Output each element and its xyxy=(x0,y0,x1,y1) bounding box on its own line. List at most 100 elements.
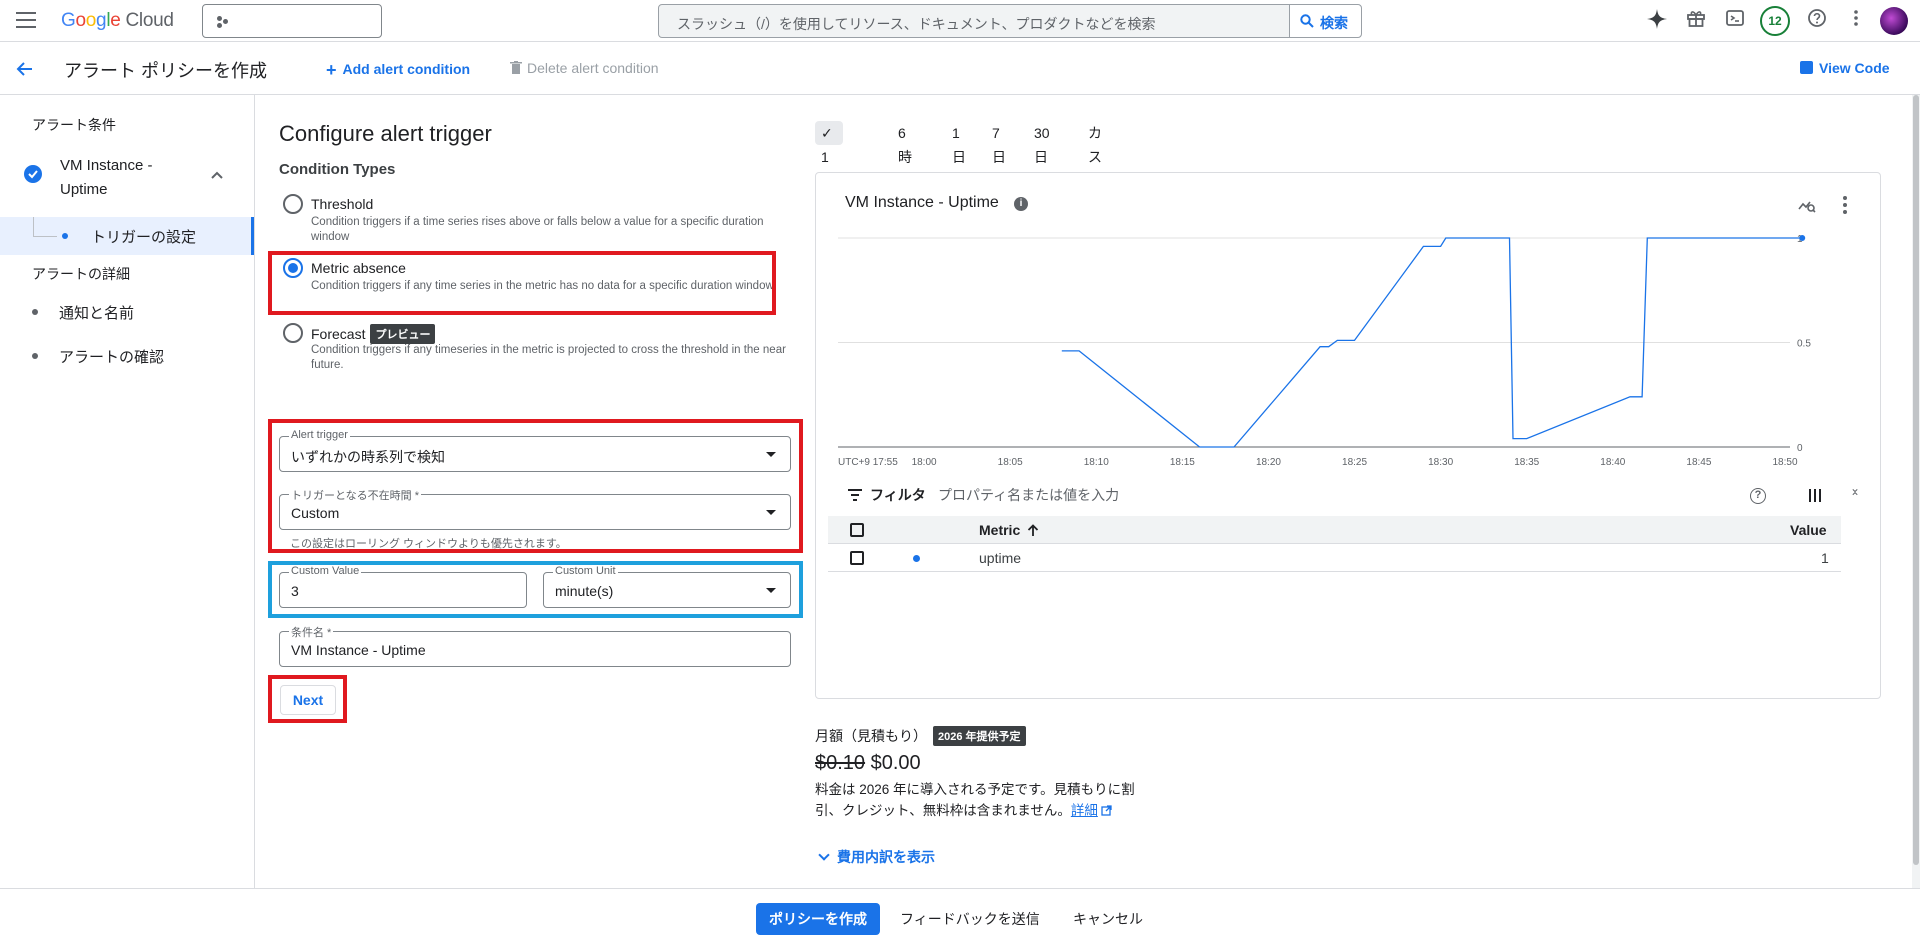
view-code-button[interactable]: View Code xyxy=(1800,60,1890,76)
x-tick-label: 18:05 xyxy=(998,457,1023,468)
radio-forecast[interactable] xyxy=(283,323,303,343)
chevron-down-icon xyxy=(818,849,830,861)
plus-icon: + xyxy=(326,60,337,80)
filter-icon xyxy=(848,489,862,501)
x-tick-label: 18:40 xyxy=(1600,457,1625,468)
condition-name-value: VM Instance - Uptime xyxy=(291,642,426,658)
y-tick-label: 0 xyxy=(1797,443,1803,454)
x-tick-label: 18:30 xyxy=(1428,457,1453,468)
condition-types-heading: Condition Types xyxy=(279,161,396,178)
add-alert-condition-button[interactable]: + Add alert condition xyxy=(326,60,470,81)
uptime-line-chart: 00.51UTC+9 17:5518:0018:0518:1018:1518:2… xyxy=(838,234,1811,468)
back-arrow-icon[interactable] xyxy=(16,60,34,84)
search-icon xyxy=(1300,14,1314,28)
highlight-alert-trigger xyxy=(268,419,803,553)
x-tick-label: 18:35 xyxy=(1514,457,1539,468)
top-bar: Google Cloud スラッシュ（/）を使用してリソース、ドキュメント、プロ… xyxy=(0,0,1920,42)
option-forecast-label: Forecast プレビュー xyxy=(311,324,436,344)
gemini-sparkle-icon[interactable] xyxy=(1644,8,1670,34)
delete-alert-condition-button[interactable]: Delete alert condition xyxy=(510,60,659,76)
x-tick-label: 18:20 xyxy=(1256,457,1281,468)
filter-input[interactable]: プロパティ名または値を入力 xyxy=(938,485,1119,505)
footer-bar: ポリシーを作成 フィードバックを送信 キャンセル xyxy=(0,888,1920,942)
series-endpoint-uptime xyxy=(1799,235,1806,241)
column-display-icon[interactable] xyxy=(1809,489,1821,502)
series-color-dot xyxy=(913,555,920,562)
chart-title: VM Instance - Uptime xyxy=(845,194,999,211)
check-icon: ✓ xyxy=(821,125,833,141)
radio-threshold[interactable] xyxy=(283,194,303,214)
scrollbar[interactable] xyxy=(1912,95,1920,888)
row-checkbox[interactable] xyxy=(850,551,864,565)
x-tick-label: 18:10 xyxy=(1084,457,1109,468)
search-button-label: 検索 xyxy=(1320,15,1348,31)
cost-breakdown-label: 費用内訳を表示 xyxy=(837,849,935,865)
time-range-30d[interactable]: 30 日 xyxy=(1028,121,1056,165)
avatar[interactable] xyxy=(1880,7,1908,35)
column-metric-label: Metric xyxy=(979,522,1021,538)
column-metric[interactable]: Metric xyxy=(979,522,1039,538)
x-tick-label: UTC+9 17:55 xyxy=(838,457,898,468)
select-all-checkbox[interactable] xyxy=(850,523,864,537)
chart-filter-bar: フィルタ プロパティ名または値を入力 xyxy=(835,478,1855,512)
search-input[interactable]: スラッシュ（/）を使用してリソース、ドキュメント、プロダクトなどを検索 xyxy=(677,14,1156,34)
sidebar-divider xyxy=(0,95,255,888)
help-icon[interactable] xyxy=(1804,8,1830,34)
project-picker[interactable] xyxy=(202,4,382,38)
y-tick-label: 0.5 xyxy=(1797,339,1811,350)
create-policy-button[interactable]: ポリシーを作成 xyxy=(756,903,880,935)
table-row: uptime 1 xyxy=(828,544,1841,572)
details-link[interactable]: 詳細 xyxy=(1071,803,1098,818)
project-icon xyxy=(217,16,229,28)
x-tick-label: 18:15 xyxy=(1170,457,1195,468)
highlight-custom-value xyxy=(268,561,803,618)
scrollbar-thumb[interactable] xyxy=(1913,95,1919,865)
option-forecast-desc: Condition triggers if any timeseries in … xyxy=(311,344,786,371)
row-metric: uptime xyxy=(979,550,1022,566)
chart-more-icon[interactable] xyxy=(1843,196,1847,217)
time-range-custom[interactable]: カスタム xyxy=(1082,121,1112,232)
x-tick-label: 18:50 xyxy=(1772,457,1797,468)
cost-title: 月額（見積もり） 2026 年提供予定 xyxy=(815,726,1026,746)
more-vert-icon[interactable] xyxy=(1843,8,1869,34)
cost-title-text: 月額（見積もり） xyxy=(815,728,927,744)
logo-cloud: Cloud xyxy=(125,10,174,31)
year-badge: 2026 年提供予定 xyxy=(933,726,1026,746)
gift-icon[interactable] xyxy=(1683,8,1709,34)
condition-name-input[interactable]: 条件名 * VM Instance - Uptime xyxy=(279,624,791,667)
x-tick-label: 18:45 xyxy=(1686,457,1711,468)
option-threshold-label: Threshold xyxy=(311,196,374,212)
filter-help-icon[interactable]: ? xyxy=(1750,488,1766,504)
sort-arrow-up-icon xyxy=(1027,524,1039,536)
info-icon[interactable]: i xyxy=(1014,197,1028,211)
condition-name-label: 条件名 * xyxy=(289,624,334,640)
google-cloud-logo[interactable]: Google Cloud xyxy=(61,10,174,32)
option-forecast-text: Forecast xyxy=(311,326,366,342)
filter-label: フィルタ xyxy=(870,487,926,503)
notifications-badge[interactable]: 12 xyxy=(1760,6,1790,36)
column-value[interactable]: Value xyxy=(1790,522,1827,538)
view-code-label: View Code xyxy=(1819,60,1890,76)
logo-google: Google xyxy=(61,10,121,31)
search-button[interactable]: 検索 xyxy=(1289,5,1361,37)
cloud-shell-icon[interactable] xyxy=(1722,8,1748,34)
price: $0.10 $0.00 xyxy=(815,752,921,775)
cost-breakdown-toggle[interactable]: 費用内訳を表示 xyxy=(818,847,935,867)
highlight-next-button xyxy=(268,675,347,723)
preview-badge: プレビュー xyxy=(370,324,436,344)
time-range-7d[interactable]: 7 日 xyxy=(986,121,1012,165)
x-tick-label: 18:00 xyxy=(912,457,937,468)
option-threshold-desc: Condition triggers if a time series rise… xyxy=(311,216,764,243)
time-range-1d[interactable]: 1 日 xyxy=(946,121,972,165)
search-bar[interactable]: スラッシュ（/）を使用してリソース、ドキュメント、プロダクトなどを検索 検索 xyxy=(658,4,1362,38)
explore-chart-icon[interactable] xyxy=(1798,196,1816,219)
cancel-button[interactable]: キャンセル xyxy=(1073,903,1143,935)
cost-note: 料金は 2026 年に導入される予定です。見積もりに割引、クレジット、無料枠は含… xyxy=(815,779,1155,821)
add-alert-condition-label: Add alert condition xyxy=(342,61,471,77)
menu-icon[interactable] xyxy=(16,12,36,30)
send-feedback-button[interactable]: フィードバックを送信 xyxy=(900,903,1040,935)
time-range-6h[interactable]: 6 時間 xyxy=(892,121,918,189)
time-range-1h[interactable]: ✓1 時間 xyxy=(815,121,843,213)
collapse-table-icon[interactable]: ⌄ ⌃ xyxy=(1850,482,1860,503)
code-icon xyxy=(1800,61,1813,74)
